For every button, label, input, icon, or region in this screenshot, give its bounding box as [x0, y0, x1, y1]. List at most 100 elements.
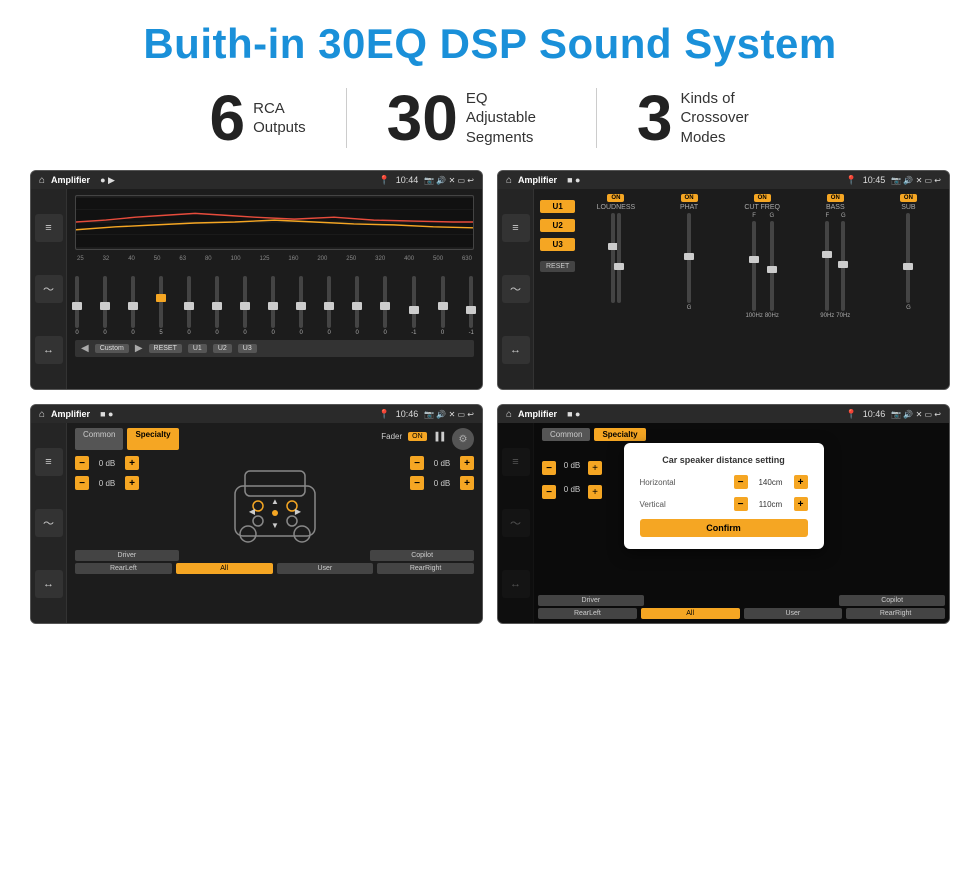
eq-slider-thumb[interactable]	[466, 306, 476, 314]
crossover-sidebar-btn-3[interactable]: ↔	[502, 336, 530, 364]
fader-on-btn[interactable]: ON	[408, 432, 427, 441]
user-btn[interactable]: User	[277, 563, 374, 574]
rearright-btn[interactable]: RearRight	[377, 563, 474, 574]
eq-slider-track[interactable]	[469, 276, 473, 328]
loudness-on-badge[interactable]: ON	[607, 194, 624, 202]
eq-sidebar-btn-3[interactable]: ↔	[35, 336, 63, 364]
cutfreq-slider-1[interactable]	[752, 221, 756, 311]
db-plus-2[interactable]: +	[125, 476, 139, 490]
eq-slider-track[interactable]	[383, 276, 387, 328]
horizontal-plus-btn[interactable]: +	[794, 475, 808, 489]
speaker-sidebar-btn-3[interactable]: ↔	[35, 570, 63, 598]
db-minus-2[interactable]: −	[75, 476, 89, 490]
eq-slider-thumb[interactable]	[128, 302, 138, 310]
fader-slider[interactable]: ▐▐	[433, 432, 444, 441]
speaker-sidebar-btn-2[interactable]: 〜	[35, 509, 63, 537]
prev-icon[interactable]: ◀	[81, 343, 89, 354]
eq-slider-track[interactable]	[355, 276, 359, 328]
speaker-dialog-screen: ⌂ Amplifier ■ ● 📍 10:46 📷 🔊 ✕ ▭ ↩ ≡ 〜 ↔	[497, 404, 950, 624]
copilot-btn[interactable]: Copilot	[370, 550, 474, 561]
phat-on-badge[interactable]: ON	[681, 194, 698, 202]
eq-sidebar-btn-2[interactable]: 〜	[35, 275, 63, 303]
eq-slider-thumb[interactable]	[100, 302, 110, 310]
eq-slider-col: 0	[327, 276, 331, 336]
phat-slider[interactable]	[687, 213, 691, 303]
eq-slider-track[interactable]	[215, 276, 219, 328]
horizontal-row: Horizontal − 140cm +	[640, 475, 808, 489]
db-plus-4[interactable]: +	[460, 476, 474, 490]
eq-slider-thumb[interactable]	[72, 302, 82, 310]
eq-slider-thumb[interactable]	[409, 306, 419, 314]
loudness-label: LOUDNESS	[597, 204, 636, 211]
eq-slider-thumb[interactable]	[212, 302, 222, 310]
u2-btn[interactable]: U2	[213, 344, 232, 353]
sub-slider[interactable]	[906, 213, 910, 303]
settings-icon[interactable]: ⚙	[452, 428, 474, 450]
eq-slider-thumb[interactable]	[184, 302, 194, 310]
u1-crossover-btn[interactable]: U1	[540, 200, 575, 213]
driver-btn[interactable]: Driver	[75, 550, 179, 561]
reset-btn[interactable]: RESET	[149, 344, 182, 353]
confirm-button[interactable]: Confirm	[640, 519, 808, 537]
eq-slider-track[interactable]	[412, 276, 416, 328]
sub-on-badge[interactable]: ON	[900, 194, 917, 202]
eq-slider-thumb[interactable]	[240, 302, 250, 310]
vertical-plus-btn[interactable]: +	[794, 497, 808, 511]
u3-crossover-btn[interactable]: U3	[540, 238, 575, 251]
all-btn[interactable]: All	[176, 563, 273, 574]
rearleft-btn[interactable]: RearLeft	[75, 563, 172, 574]
eq-slider-track[interactable]	[299, 276, 303, 328]
bg-minus-1: −	[542, 461, 556, 475]
status-icons-4: 📷 🔊 ✕ ▭ ↩	[891, 410, 941, 419]
eq-slider-track[interactable]	[159, 276, 163, 328]
horizontal-minus-btn[interactable]: −	[734, 475, 748, 489]
bg-bottom-1: Driver Copilot	[538, 595, 945, 606]
eq-slider-thumb[interactable]	[438, 302, 448, 310]
db-minus-3[interactable]: −	[410, 456, 424, 470]
eq-slider-track[interactable]	[131, 276, 135, 328]
eq-slider-track[interactable]	[187, 276, 191, 328]
eq-slider-track[interactable]	[103, 276, 107, 328]
bg-tab-row: Common Specialty	[542, 428, 941, 441]
eq-value: 0	[271, 330, 274, 336]
cutfreq-on-badge[interactable]: ON	[754, 194, 771, 202]
bass-slider-1[interactable]	[825, 221, 829, 311]
eq-slider-thumb[interactable]	[156, 294, 166, 302]
loudness-slider-1[interactable]	[611, 213, 615, 303]
phat-ctrl: ON PHAT G	[654, 194, 723, 384]
db-plus-3[interactable]: +	[460, 456, 474, 470]
cutfreq-slider-2[interactable]	[770, 221, 774, 311]
play-icon[interactable]: ▶	[135, 343, 143, 354]
eq-slider-track[interactable]	[75, 276, 79, 328]
crossover-sidebar-btn-2[interactable]: 〜	[502, 275, 530, 303]
db-minus-1[interactable]: −	[75, 456, 89, 470]
db-minus-4[interactable]: −	[410, 476, 424, 490]
u1-btn[interactable]: U1	[188, 344, 207, 353]
eq-slider-thumb[interactable]	[380, 302, 390, 310]
common-tab[interactable]: Common	[75, 428, 123, 450]
car-layout-visual: ▲ ▼ ◀ ▶	[145, 456, 404, 546]
loudness-slider-2[interactable]	[617, 213, 621, 303]
eq-slider-thumb[interactable]	[324, 302, 334, 310]
speaker-sidebar-btn-1[interactable]: ≡	[35, 448, 63, 476]
bg-db-1: 0 dB	[558, 461, 586, 475]
crossover-sidebar-btn-1[interactable]: ≡	[502, 214, 530, 242]
custom-btn[interactable]: Custom	[95, 344, 129, 353]
db-plus-1[interactable]: +	[125, 456, 139, 470]
eq-sidebar-btn-1[interactable]: ≡	[35, 214, 63, 242]
eq-slider-track[interactable]	[243, 276, 247, 328]
eq-slider-track[interactable]	[327, 276, 331, 328]
eq-slider-thumb[interactable]	[352, 302, 362, 310]
vertical-minus-btn[interactable]: −	[734, 497, 748, 511]
u2-crossover-btn[interactable]: U2	[540, 219, 575, 232]
u3-btn[interactable]: U3	[238, 344, 257, 353]
fader-label: Fader	[381, 432, 402, 441]
eq-slider-track[interactable]	[271, 276, 275, 328]
eq-slider-thumb[interactable]	[296, 302, 306, 310]
bass-on-badge[interactable]: ON	[827, 194, 844, 202]
eq-slider-thumb[interactable]	[268, 302, 278, 310]
crossover-reset-btn[interactable]: RESET	[540, 261, 575, 272]
specialty-tab[interactable]: Specialty	[127, 428, 178, 450]
bass-slider-2[interactable]	[841, 221, 845, 311]
eq-slider-track[interactable]	[441, 276, 445, 328]
